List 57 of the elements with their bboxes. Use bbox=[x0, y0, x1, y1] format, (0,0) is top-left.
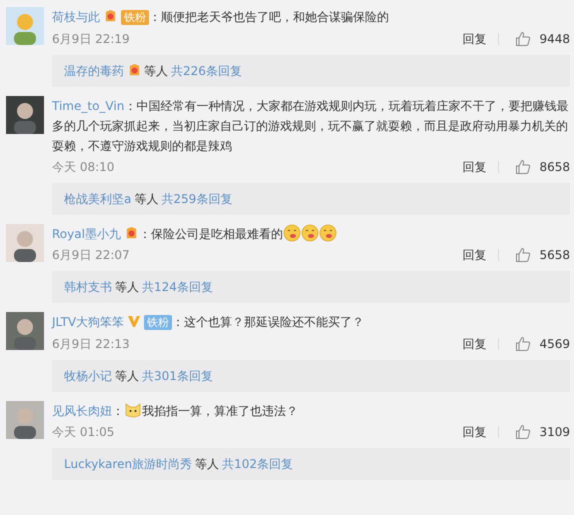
thumbs-up-icon[interactable] bbox=[515, 247, 532, 263]
reply-link[interactable]: 回复 bbox=[462, 246, 486, 264]
like-count: 9448 bbox=[539, 32, 570, 46]
others-label: 等人 bbox=[195, 457, 220, 471]
fan-badge: 铁粉 bbox=[144, 315, 172, 330]
comment-text: Royal墨小九 ：保险公司是吃相最难看的 bbox=[52, 224, 570, 244]
reply-count-link[interactable]: 共226条回复 bbox=[171, 64, 242, 78]
reply-link[interactable]: 回复 bbox=[462, 158, 486, 176]
timestamp: 今天 08:10 bbox=[52, 158, 114, 176]
fan-badge: 铁粉 bbox=[121, 10, 149, 25]
reply-count-link[interactable]: 共124条回复 bbox=[142, 280, 213, 294]
avatar[interactable] bbox=[6, 401, 44, 439]
like-count: 3109 bbox=[539, 425, 570, 439]
emoji-icon bbox=[282, 224, 301, 242]
thumbs-up-icon[interactable] bbox=[515, 31, 532, 47]
cat-emoji-icon bbox=[124, 401, 142, 419]
reply-count-link[interactable]: 共301条回复 bbox=[142, 369, 213, 383]
username-link[interactable]: 韩村支书 bbox=[64, 280, 112, 294]
reply-count-link[interactable]: 共102条回复 bbox=[222, 457, 293, 471]
verified-icon bbox=[127, 314, 142, 328]
comment-text: 荷枝与此 铁粉 ：顺便把老天爷也告了吧，和她合谋骗保险的 bbox=[52, 8, 390, 27]
username-link[interactable]: Time_to_Vin bbox=[52, 99, 124, 113]
username-link[interactable]: 见风长肉妞 bbox=[52, 404, 112, 418]
username-link[interactable]: Luckykaren旅游时尚秀 bbox=[64, 457, 192, 471]
reply-link[interactable]: 回复 bbox=[462, 336, 486, 352]
username-link[interactable]: JLTV大狗笨笨 bbox=[52, 315, 124, 329]
username-link[interactable]: 枪战美利坚a bbox=[64, 192, 132, 206]
reply-count-link[interactable]: 共259条回复 bbox=[161, 192, 232, 206]
emoji-icon bbox=[300, 224, 319, 242]
avatar[interactable] bbox=[6, 224, 44, 262]
like-count: 8658 bbox=[539, 160, 570, 174]
comment-text: Time_to_Vin：中国经常有一种情况，大家都在游戏规则内玩，玩着玩着庄家不干了，要把赚钱最多的几个玩家抓起来，当初庄家自己订的游戏规则，玩不赢了就耍赖，而且是政府动用暴力机关的耍赖，不遵守游戏规则的都是辣鸡 bbox=[52, 98, 570, 155]
thumbs-up-icon[interactable] bbox=[515, 336, 532, 352]
timestamp: 6月9日 22:13 bbox=[52, 336, 130, 352]
comment-text: 见风长肉妞： 我掐指一算，算准了也违法？ bbox=[52, 401, 570, 421]
thumbs-up-icon[interactable] bbox=[515, 424, 532, 440]
username-link[interactable]: Royal墨小九 bbox=[52, 227, 121, 241]
reply-link[interactable]: 回复 bbox=[462, 424, 486, 440]
like-count: 5658 bbox=[539, 248, 570, 262]
comment-text: JLTV大狗笨笨 铁粉 ：这个也算？那延误险还不能买了？ bbox=[52, 313, 366, 332]
others-label: 等人 bbox=[134, 192, 158, 206]
timestamp: 6月9日 22:19 bbox=[52, 30, 130, 48]
reply-link[interactable]: 回复 bbox=[462, 30, 486, 48]
others-label: 等人 bbox=[115, 369, 139, 383]
thumbs-up-icon[interactable] bbox=[515, 159, 532, 175]
timestamp: 6月9日 22:07 bbox=[52, 246, 130, 264]
username-link[interactable]: 温存的毒药 bbox=[64, 64, 124, 78]
emoji-icon bbox=[318, 224, 337, 242]
like-count: 4569 bbox=[539, 337, 570, 351]
username-link[interactable]: 荷枝与此 bbox=[52, 10, 100, 24]
avatar[interactable] bbox=[6, 312, 44, 350]
avatar[interactable] bbox=[6, 96, 44, 134]
others-label: 等人 bbox=[144, 64, 168, 78]
others-label: 等人 bbox=[115, 280, 139, 294]
medal-icon bbox=[103, 9, 118, 24]
username-link[interactable]: 牧杨小记 bbox=[64, 369, 112, 383]
timestamp: 今天 01:05 bbox=[52, 424, 114, 440]
